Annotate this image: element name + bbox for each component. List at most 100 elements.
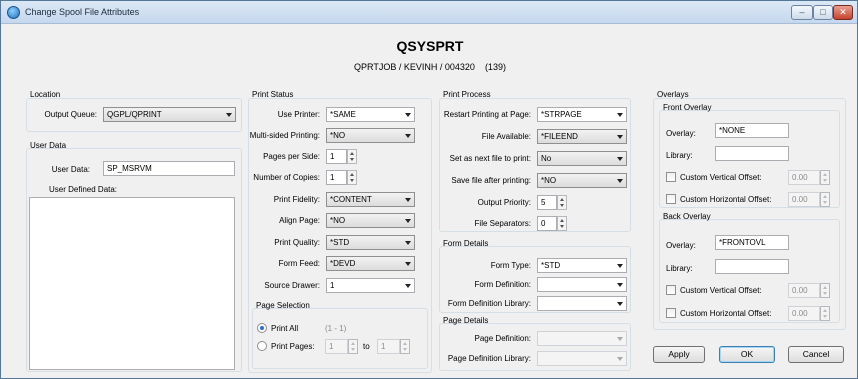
source-drawer-select[interactable]: 1 bbox=[326, 278, 415, 293]
up-arrow-icon[interactable] bbox=[823, 286, 827, 289]
down-arrow-icon[interactable] bbox=[823, 179, 827, 182]
page-definition-select[interactable] bbox=[537, 331, 627, 346]
front-vertical-offset-value[interactable]: 0.00 bbox=[788, 170, 820, 185]
up-arrow-icon[interactable] bbox=[823, 195, 827, 198]
back-overlay-input[interactable]: *FRONTOVL bbox=[715, 235, 789, 250]
up-arrow-icon[interactable] bbox=[823, 173, 827, 176]
down-arrow-icon[interactable] bbox=[560, 204, 564, 207]
stepper-buttons[interactable] bbox=[347, 149, 357, 164]
front-vertical-offset-checkbox[interactable] bbox=[666, 172, 676, 182]
front-overlay-label: Overlay: bbox=[666, 129, 696, 138]
copies-value[interactable]: 1 bbox=[326, 170, 347, 185]
up-arrow-icon[interactable] bbox=[560, 198, 564, 201]
file-separators-label: File Separators: bbox=[474, 219, 531, 228]
back-horizontal-offset-checkbox[interactable] bbox=[666, 308, 676, 318]
restart-printing-value: *STRPAGE bbox=[541, 110, 582, 119]
down-arrow-icon[interactable] bbox=[823, 315, 827, 318]
maximize-button[interactable]: □ bbox=[813, 5, 833, 20]
down-arrow-icon[interactable] bbox=[823, 292, 827, 295]
apply-button[interactable]: Apply bbox=[653, 346, 705, 363]
stepper-buttons[interactable] bbox=[557, 195, 567, 210]
cancel-button[interactable]: Cancel bbox=[788, 346, 844, 363]
minimize-button[interactable]: – bbox=[791, 5, 813, 20]
align-page-select[interactable]: *NO bbox=[326, 213, 415, 228]
front-horizontal-offset-value[interactable]: 0.00 bbox=[788, 192, 820, 207]
front-library-input[interactable] bbox=[715, 146, 789, 161]
close-button[interactable]: ✕ bbox=[833, 5, 853, 20]
front-horizontal-offset-stepper[interactable]: 0.00 bbox=[788, 192, 830, 207]
chevron-down-icon bbox=[617, 264, 623, 268]
user-defined-data-textarea[interactable] bbox=[29, 197, 235, 370]
stepper-buttons[interactable] bbox=[347, 170, 357, 185]
back-horizontal-offset-stepper[interactable]: 0.00 bbox=[788, 306, 830, 321]
back-horizontal-offset-value[interactable]: 0.00 bbox=[788, 306, 820, 321]
page-to-value[interactable]: 1 bbox=[377, 339, 400, 354]
up-arrow-icon[interactable] bbox=[560, 219, 564, 222]
form-feed-select[interactable]: *DEVD bbox=[326, 256, 415, 271]
page-definition-library-select[interactable] bbox=[537, 351, 627, 366]
chevron-down-icon bbox=[617, 157, 623, 161]
stepper-buttons[interactable] bbox=[820, 306, 830, 321]
user-data-input[interactable]: SP_MSRVM bbox=[103, 161, 235, 176]
page-from-stepper[interactable]: 1 bbox=[325, 339, 358, 354]
back-vertical-offset-checkbox[interactable] bbox=[666, 285, 676, 295]
up-arrow-icon[interactable] bbox=[350, 173, 354, 176]
up-arrow-icon[interactable] bbox=[350, 152, 354, 155]
front-overlay-input[interactable]: *NONE bbox=[715, 123, 789, 138]
form-type-select[interactable]: *STD bbox=[537, 258, 627, 273]
back-vertical-offset-value[interactable]: 0.00 bbox=[788, 283, 820, 298]
stepper-buttons[interactable] bbox=[820, 170, 830, 185]
file-separators-stepper[interactable]: 0 bbox=[537, 216, 567, 231]
front-horizontal-offset-checkbox[interactable] bbox=[666, 194, 676, 204]
page-to-stepper[interactable]: 1 bbox=[377, 339, 410, 354]
form-definition-select[interactable] bbox=[537, 277, 627, 292]
stepper-buttons[interactable] bbox=[820, 283, 830, 298]
next-file-select[interactable]: No bbox=[537, 151, 627, 166]
copies-stepper[interactable]: 1 bbox=[326, 170, 357, 185]
back-overlay-label: Overlay: bbox=[666, 241, 696, 250]
file-separators-value[interactable]: 0 bbox=[537, 216, 557, 231]
print-pages-radio[interactable] bbox=[257, 341, 267, 351]
restart-printing-select[interactable]: *STRPAGE bbox=[537, 107, 627, 122]
use-printer-value: *SAME bbox=[330, 110, 356, 119]
down-arrow-icon[interactable] bbox=[350, 158, 354, 161]
print-fidelity-select[interactable]: *CONTENT bbox=[326, 192, 415, 207]
pages-per-side-value[interactable]: 1 bbox=[326, 149, 347, 164]
chevron-down-icon bbox=[617, 302, 623, 306]
down-arrow-icon[interactable] bbox=[351, 348, 355, 351]
stepper-buttons[interactable] bbox=[820, 192, 830, 207]
output-priority-stepper[interactable]: 5 bbox=[537, 195, 567, 210]
file-available-select[interactable]: *FILEEND bbox=[537, 129, 627, 144]
page-from-value[interactable]: 1 bbox=[325, 339, 348, 354]
form-definition-library-select[interactable] bbox=[537, 296, 627, 311]
up-arrow-icon[interactable] bbox=[823, 309, 827, 312]
use-printer-select[interactable]: *SAME bbox=[326, 107, 415, 122]
down-arrow-icon[interactable] bbox=[823, 201, 827, 204]
back-library-input[interactable] bbox=[715, 259, 789, 274]
chevron-down-icon bbox=[405, 241, 411, 245]
output-priority-value[interactable]: 5 bbox=[537, 195, 557, 210]
output-queue-select[interactable]: QGPL/QPRINT bbox=[103, 107, 236, 122]
down-arrow-icon[interactable] bbox=[403, 348, 407, 351]
output-priority-label: Output Priority: bbox=[477, 198, 531, 207]
ok-button[interactable]: OK bbox=[719, 346, 775, 363]
multi-sided-select[interactable]: *NO bbox=[326, 128, 415, 143]
stepper-buttons[interactable] bbox=[400, 339, 410, 354]
print-all-radio[interactable] bbox=[257, 323, 267, 333]
job-info: QPRTJOB / KEVINH / 004320 (139) bbox=[1, 62, 858, 72]
back-vertical-offset-stepper[interactable]: 0.00 bbox=[788, 283, 830, 298]
print-quality-select[interactable]: *STD bbox=[326, 235, 415, 250]
stepper-buttons[interactable] bbox=[348, 339, 358, 354]
save-after-printing-select[interactable]: *NO bbox=[537, 173, 627, 188]
down-arrow-icon[interactable] bbox=[560, 225, 564, 228]
up-arrow-icon[interactable] bbox=[351, 342, 355, 345]
pages-per-side-stepper[interactable]: 1 bbox=[326, 149, 357, 164]
front-vertical-offset-stepper[interactable]: 0.00 bbox=[788, 170, 830, 185]
window-title: Change Spool File Attributes bbox=[25, 7, 140, 17]
up-arrow-icon[interactable] bbox=[403, 342, 407, 345]
down-arrow-icon[interactable] bbox=[350, 179, 354, 182]
chevron-down-icon bbox=[226, 113, 232, 117]
app-icon bbox=[7, 6, 20, 19]
stepper-buttons[interactable] bbox=[557, 216, 567, 231]
chevron-down-icon bbox=[405, 113, 411, 117]
